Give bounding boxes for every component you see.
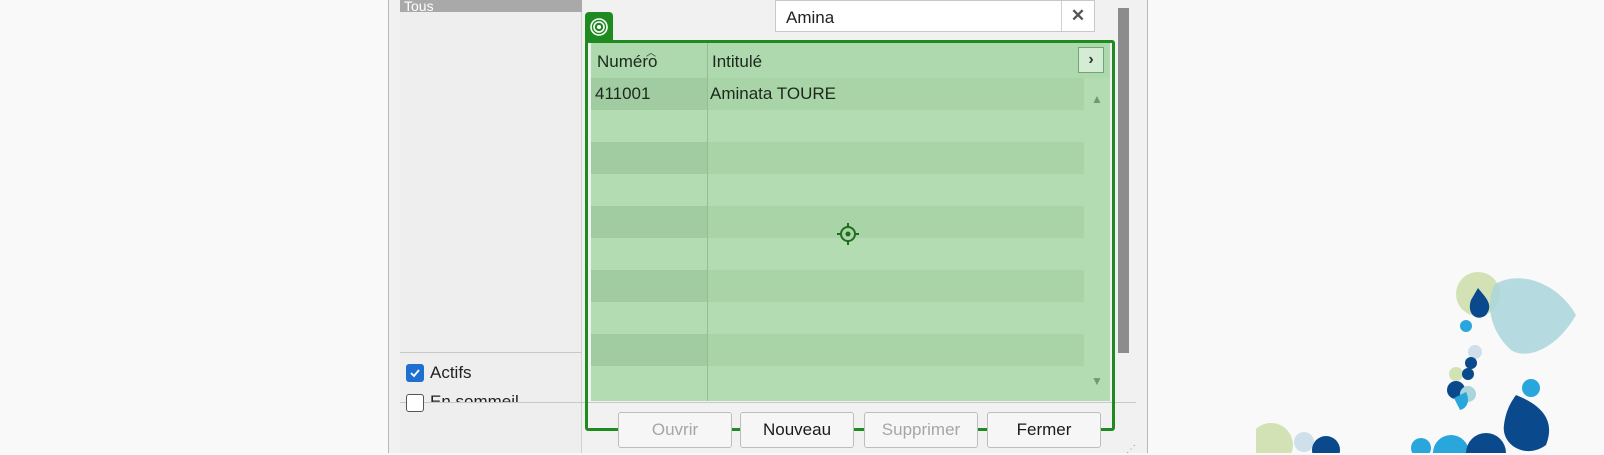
- close-icon[interactable]: ✕: [1061, 1, 1094, 31]
- table-row-empty: [591, 270, 1084, 302]
- list-scrollbar-thumb[interactable]: [1118, 8, 1129, 353]
- open-button[interactable]: Ouvrir: [618, 412, 732, 448]
- scroll-up-icon[interactable]: ▲: [1091, 92, 1103, 106]
- chevron-right-icon[interactable]: ›: [1078, 47, 1104, 73]
- scroll-down-icon[interactable]: ▼: [1091, 374, 1103, 388]
- column-header-numero[interactable]: Numéro: [597, 52, 657, 72]
- checkbox-actifs-row[interactable]: Actifs: [406, 362, 472, 384]
- filter-list-selected-item[interactable]: Tous: [400, 0, 582, 12]
- table-row-empty: [591, 334, 1084, 366]
- checkbox-en-sommeil-label: En sommeil: [430, 392, 519, 402]
- crosshair-icon: [837, 223, 859, 245]
- table-row-empty: [591, 366, 1084, 398]
- grid-scrollbar[interactable]: ▲ ▼: [1084, 78, 1110, 401]
- table-row-empty: [591, 142, 1084, 174]
- close-button[interactable]: Fermer: [987, 412, 1101, 448]
- column-header-intitule[interactable]: Intitulé: [712, 52, 762, 72]
- left-panel-separator: [400, 352, 582, 353]
- bottom-separator: [400, 402, 1136, 403]
- brand-logo-drops: [1256, 272, 1576, 453]
- search-input[interactable]: Amina ✕: [775, 0, 1095, 32]
- search-input-value: Amina: [786, 8, 835, 27]
- table-row[interactable]: 411001 Aminata TOURE: [591, 78, 1084, 110]
- cell-intitule: Aminata TOURE: [710, 84, 836, 103]
- table-row-empty: [591, 110, 1084, 142]
- left-filter-panel: [400, 0, 582, 453]
- checkbox-actifs-label: Actifs: [430, 363, 472, 382]
- delete-button[interactable]: Supprimer: [864, 412, 978, 448]
- new-button[interactable]: Nouveau: [740, 412, 854, 448]
- checkbox-en-sommeil[interactable]: [406, 394, 424, 412]
- resize-grip-icon[interactable]: ⋰: [1126, 444, 1136, 455]
- checkmark-icon: [410, 369, 420, 378]
- target-icon: [585, 12, 613, 42]
- cell-numero: 411001: [595, 84, 651, 103]
- table-row-empty: [591, 302, 1084, 334]
- checkbox-actifs[interactable]: [406, 364, 424, 382]
- table-row-empty: [591, 174, 1084, 206]
- grid-header: ︿ Numéro Intitulé ›: [591, 42, 1110, 79]
- column-divider[interactable]: [707, 42, 708, 401]
